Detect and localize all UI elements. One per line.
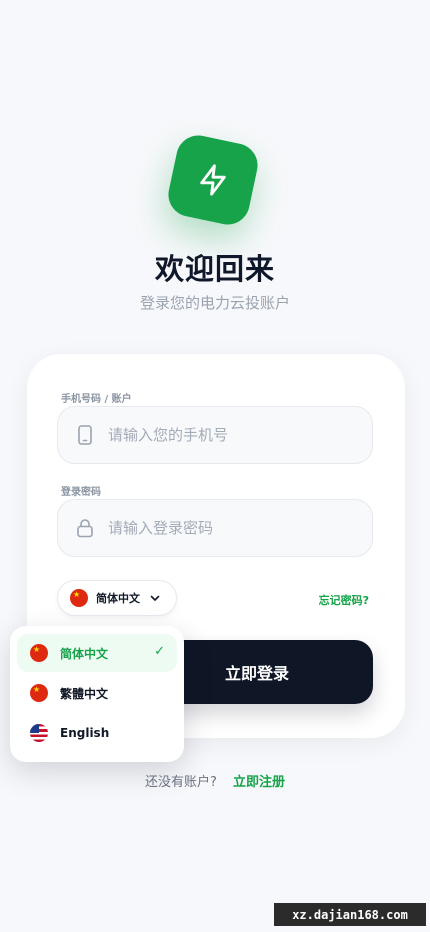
lightning-bolt-icon	[200, 164, 226, 196]
phone-field[interactable]	[57, 406, 373, 464]
language-option-label: 繁體中文	[60, 686, 109, 701]
language-option-simplified[interactable]: 简体中文 ✓	[17, 634, 177, 672]
page-title: 欢迎回来	[154, 252, 275, 286]
password-input[interactable]	[108, 519, 358, 537]
language-option-label: English	[60, 726, 110, 740]
password-field[interactable]	[57, 499, 373, 557]
language-selector[interactable]: 简体中文	[57, 580, 177, 616]
password-label: 登录密码	[61, 487, 101, 498]
language-option-english[interactable]: English	[17, 714, 177, 752]
no-account-text: 还没有账户?	[144, 775, 217, 790]
page-subtitle: 登录您的电力云投账户	[139, 294, 290, 312]
register-link[interactable]: 立即注册	[233, 775, 285, 790]
login-button-label: 立即登录	[224, 664, 289, 683]
phone-icon	[74, 424, 96, 446]
watermark: xz.dajian168.com	[274, 903, 426, 926]
signup-prompt: 还没有账户? 立即注册	[0, 771, 430, 790]
chevron-down-icon	[150, 594, 160, 602]
app-logo	[164, 131, 262, 229]
cn-flag-icon	[30, 644, 48, 662]
phone-label: 手机号码 / 账户	[61, 394, 132, 405]
language-dropdown: 简体中文 ✓ 繁體中文 English	[10, 626, 184, 762]
lock-icon	[74, 517, 96, 539]
cn-flag-icon	[30, 684, 48, 702]
cn-flag-icon	[70, 589, 88, 607]
check-icon: ✓	[154, 644, 165, 659]
phone-input[interactable]	[108, 426, 358, 444]
language-selected-label: 简体中文	[96, 592, 140, 605]
language-option-label: 简体中文	[60, 646, 109, 661]
forgot-password-link[interactable]: 忘记密码?	[319, 592, 369, 608]
language-option-traditional[interactable]: 繁體中文	[17, 674, 177, 712]
us-flag-icon	[30, 724, 48, 742]
